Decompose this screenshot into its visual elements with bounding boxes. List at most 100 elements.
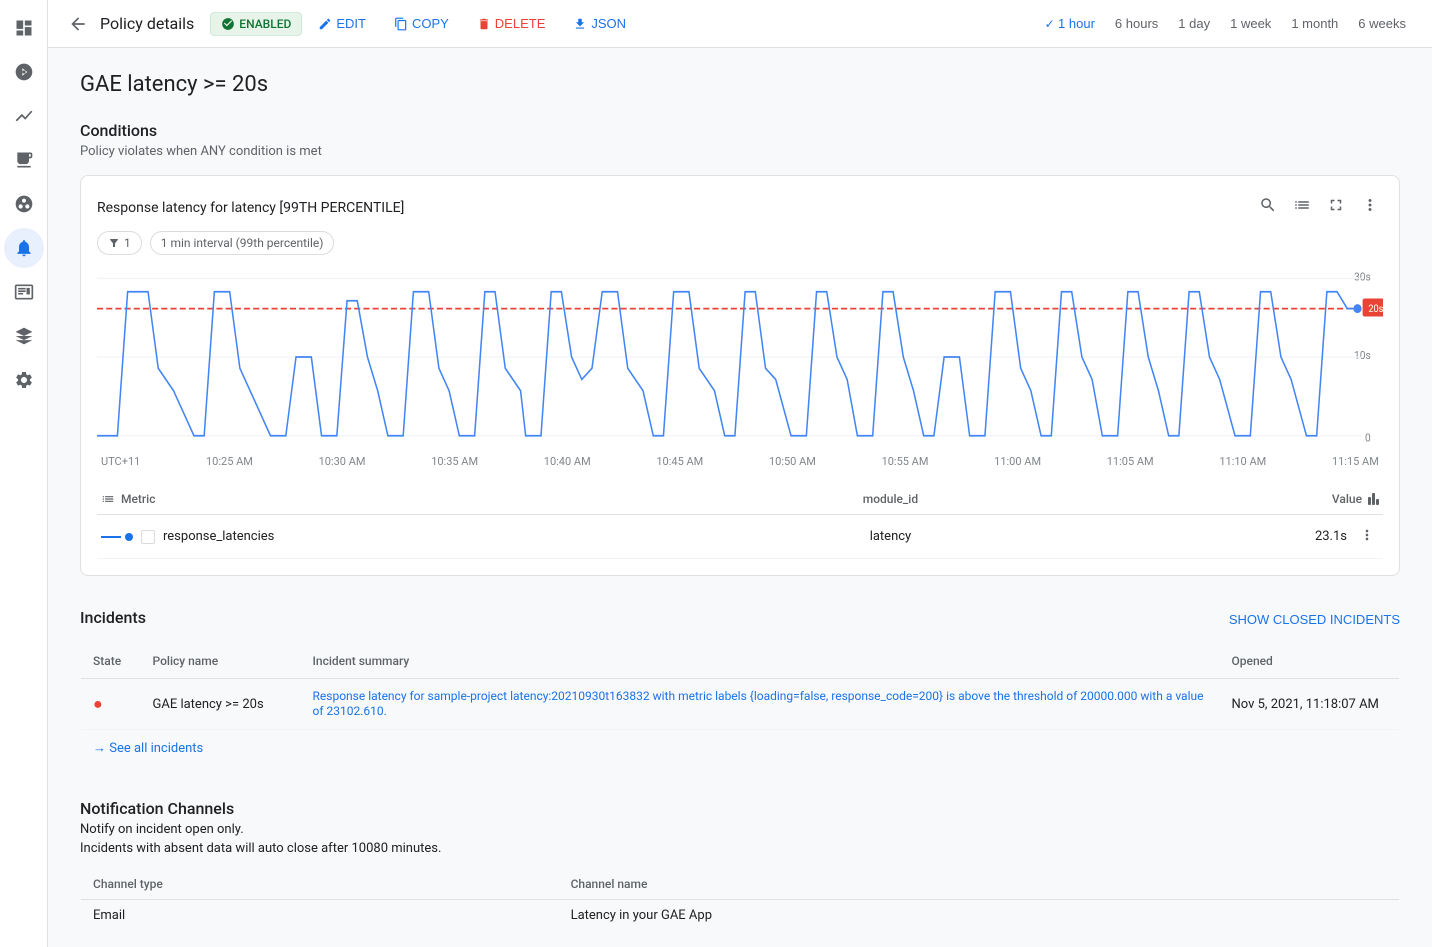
chart-header: Response latency for latency [99TH PERCE… bbox=[97, 192, 1383, 223]
time-6weeks[interactable]: 6 weeks bbox=[1348, 12, 1416, 35]
conditions-section: Conditions Policy violates when ANY cond… bbox=[80, 121, 1400, 576]
incident-row: ● GAE latency >= 20s Response latency fo… bbox=[81, 679, 1400, 730]
incident-opened: Nov 5, 2021, 11:18:07 AM bbox=[1220, 679, 1400, 730]
sidebar-item-groups[interactable] bbox=[4, 316, 44, 356]
notif-channel-name: Latency in your GAE App bbox=[559, 900, 1400, 932]
time-1hour[interactable]: 1 hour bbox=[1035, 12, 1105, 35]
sidebar-item-settings[interactable] bbox=[4, 360, 44, 400]
sidebar-item-alerting[interactable] bbox=[4, 228, 44, 268]
filter-chips: 1 1 min interval (99th percentile) bbox=[97, 231, 1383, 255]
incident-policy-name: GAE latency >= 20s bbox=[141, 679, 301, 730]
incidents-table-header-row: State Policy name Incident summary Opene… bbox=[81, 644, 1400, 679]
notif-info-1: Notify on incident open only. bbox=[80, 822, 1400, 837]
time-6hours[interactable]: 6 hours bbox=[1105, 12, 1168, 35]
metric-value: 23.1s bbox=[1315, 529, 1347, 544]
notif-title: Notification Channels bbox=[80, 799, 1400, 818]
metric-row: response_latencies latency 23.1s bbox=[97, 515, 1383, 559]
main-area: Policy details ENABLED EDIT COPY DELETE … bbox=[48, 0, 1432, 947]
json-button[interactable]: JSON bbox=[561, 10, 638, 37]
incidents-section: Incidents SHOW CLOSED INCIDENTS State Po… bbox=[80, 608, 1400, 767]
page-breadcrumb-title: Policy details bbox=[100, 14, 194, 33]
chart-svg: 30s 10s 0 20s bbox=[97, 267, 1383, 447]
x-label-0: UTC+11 bbox=[101, 455, 140, 468]
notification-channels-section: Notification Channels Notify on incident… bbox=[80, 799, 1400, 932]
fullscreen-icon[interactable] bbox=[1323, 192, 1349, 223]
chart-title: Response latency for latency [99TH PERCE… bbox=[97, 200, 404, 216]
topbar: Policy details ENABLED EDIT COPY DELETE … bbox=[48, 0, 1432, 48]
sidebar-item-dashboard[interactable] bbox=[4, 52, 44, 92]
sidebar-item-home[interactable] bbox=[4, 8, 44, 48]
notif-table-header: Channel type Channel name bbox=[81, 869, 1400, 900]
metric-value-cell: 23.1s bbox=[1041, 515, 1383, 559]
x-label-4: 10:40 AM bbox=[544, 455, 591, 468]
x-label-10: 11:10 AM bbox=[1219, 455, 1266, 468]
delete-label: DELETE bbox=[495, 16, 546, 31]
content-area: GAE latency >= 20s Conditions Policy vio… bbox=[48, 48, 1432, 947]
x-label-3: 10:35 AM bbox=[431, 455, 478, 468]
json-label: JSON bbox=[591, 16, 626, 31]
see-all-incidents-link[interactable]: → See all incidents bbox=[81, 730, 1400, 767]
legend-icon[interactable] bbox=[1289, 192, 1315, 223]
zoom-icon[interactable] bbox=[1255, 192, 1281, 223]
metric-dot-indicator bbox=[125, 533, 133, 541]
chart-x-labels: UTC+11 10:25 AM 10:30 AM 10:35 AM 10:40 … bbox=[97, 455, 1383, 468]
show-closed-button[interactable]: SHOW CLOSED INCIDENTS bbox=[1229, 612, 1400, 627]
copy-label: COPY bbox=[412, 16, 449, 31]
error-state-icon: ● bbox=[93, 694, 103, 713]
sidebar-item-network[interactable] bbox=[4, 184, 44, 224]
sidebar-item-logs[interactable] bbox=[4, 140, 44, 180]
sidebar bbox=[0, 0, 48, 947]
metric-line-indicator bbox=[101, 536, 121, 538]
value-bars-icon bbox=[1368, 493, 1379, 505]
metric-checkbox[interactable] bbox=[141, 530, 155, 544]
edit-label: EDIT bbox=[336, 16, 366, 31]
notification-channels-table: Channel type Channel name Email Latency … bbox=[80, 868, 1400, 932]
time-range-group: 1 hour 6 hours 1 day 1 week 1 month 6 we… bbox=[1035, 12, 1416, 35]
filter-label: 1 min interval (99th percentile) bbox=[161, 236, 324, 250]
see-all-incidents-row[interactable]: → See all incidents bbox=[81, 730, 1400, 767]
copy-button[interactable]: COPY bbox=[382, 10, 461, 37]
col-state-header: State bbox=[81, 644, 141, 679]
chart-controls bbox=[1255, 192, 1383, 223]
sidebar-item-uptime[interactable] bbox=[4, 272, 44, 312]
time-1month[interactable]: 1 month bbox=[1281, 12, 1348, 35]
back-button[interactable] bbox=[64, 10, 92, 38]
svg-text:10s: 10s bbox=[1354, 349, 1371, 363]
x-label-7: 10:55 AM bbox=[882, 455, 929, 468]
svg-text:0: 0 bbox=[1365, 431, 1371, 445]
incidents-table: State Policy name Incident summary Opene… bbox=[80, 643, 1400, 767]
x-label-6: 10:50 AM bbox=[769, 455, 816, 468]
col-module-header: module_id bbox=[740, 484, 1041, 515]
sidebar-item-metrics[interactable] bbox=[4, 96, 44, 136]
topbar-actions: ENABLED EDIT COPY DELETE JSON bbox=[210, 10, 638, 37]
notif-channel-type: Email bbox=[81, 900, 559, 932]
col-opened-header: Opened bbox=[1220, 644, 1400, 679]
notif-row: Email Latency in your GAE App bbox=[81, 900, 1400, 932]
metric-more-icon[interactable] bbox=[1355, 523, 1379, 550]
col-channel-name-header: Channel name bbox=[559, 869, 1400, 900]
edit-button[interactable]: EDIT bbox=[306, 10, 378, 37]
incident-summary-link[interactable]: Response latency for sample-project late… bbox=[313, 689, 1204, 718]
chart-card: Response latency for latency [99TH PERCE… bbox=[80, 175, 1400, 576]
x-label-11: 11:15 AM bbox=[1332, 455, 1379, 468]
metric-name: response_latencies bbox=[163, 529, 274, 544]
filter-count: 1 bbox=[124, 236, 131, 250]
x-label-8: 11:00 AM bbox=[994, 455, 1041, 468]
conditions-subtitle: Policy violates when ANY condition is me… bbox=[80, 144, 1400, 159]
policy-title: GAE latency >= 20s bbox=[80, 72, 1400, 97]
metric-module-cell: latency bbox=[740, 515, 1041, 559]
svg-text:20s: 20s bbox=[1368, 304, 1383, 316]
more-options-icon[interactable] bbox=[1357, 192, 1383, 223]
status-label: ENABLED bbox=[239, 17, 291, 31]
metric-table: Metric module_id Value bbox=[97, 484, 1383, 559]
delete-button[interactable]: DELETE bbox=[465, 10, 558, 37]
col-value-header: Value bbox=[1041, 484, 1383, 515]
incidents-title: Incidents bbox=[80, 608, 146, 627]
filter-label-chip[interactable]: 1 min interval (99th percentile) bbox=[150, 231, 335, 255]
filter-count-chip[interactable]: 1 bbox=[97, 231, 142, 255]
chart-area: 30s 10s 0 20s bbox=[97, 267, 1383, 447]
x-label-9: 11:05 AM bbox=[1107, 455, 1154, 468]
time-1day[interactable]: 1 day bbox=[1168, 12, 1220, 35]
time-1week[interactable]: 1 week bbox=[1220, 12, 1281, 35]
metric-name-cell: response_latencies bbox=[97, 515, 740, 559]
